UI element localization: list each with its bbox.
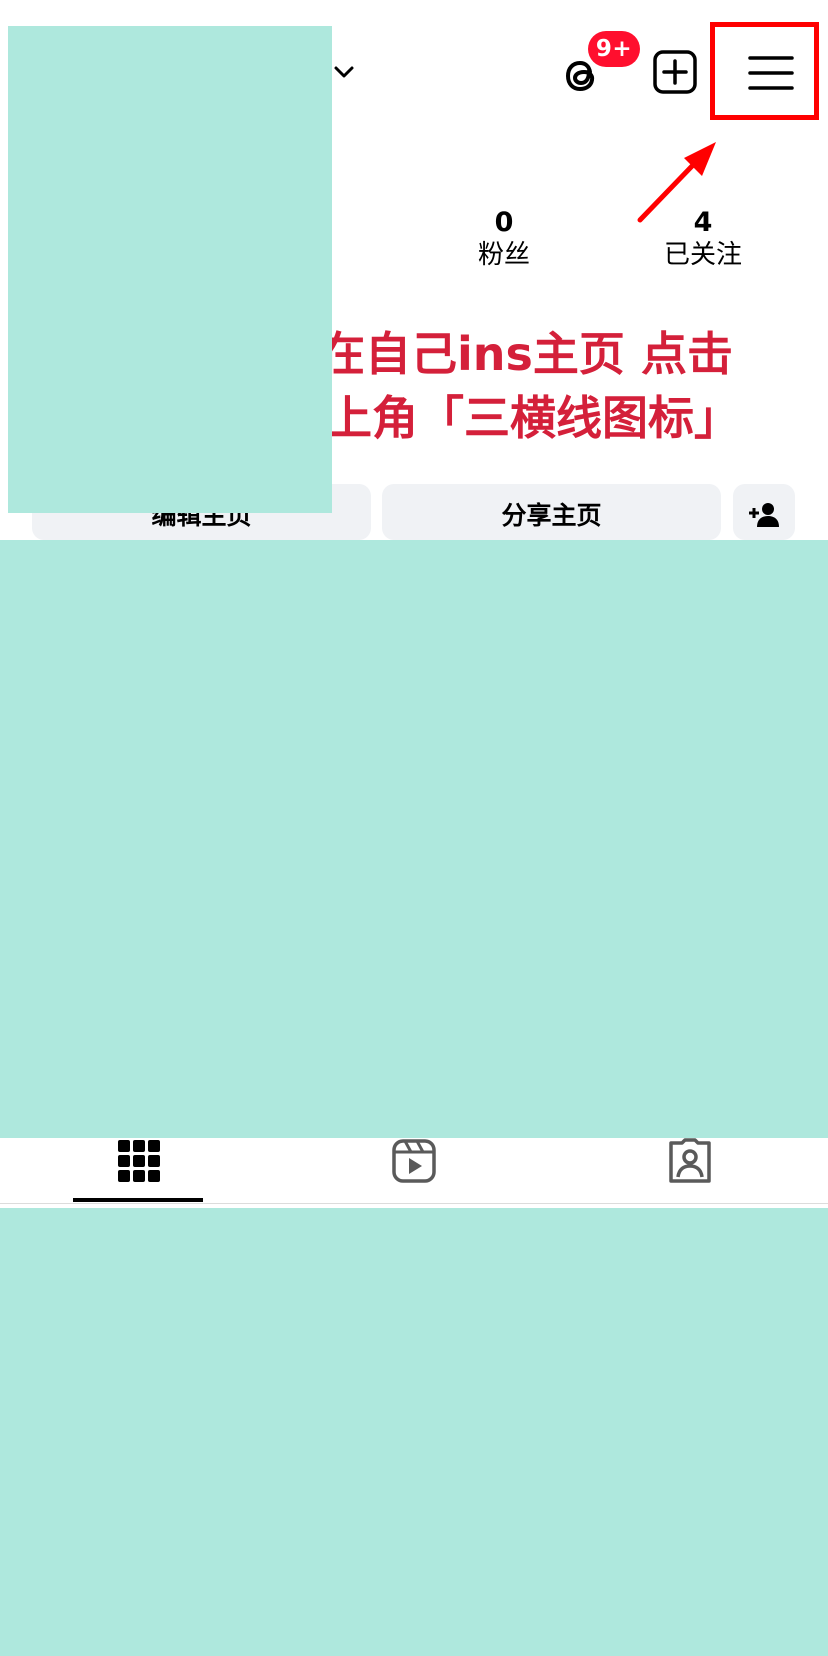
selected-tab-indicator xyxy=(73,1198,203,1202)
notification-badge: 9+ xyxy=(588,31,640,67)
following-count: 4 xyxy=(693,207,713,238)
add-person-icon xyxy=(749,503,779,527)
following-stat[interactable]: 4 已关注 xyxy=(633,206,773,270)
redacted-profile-area xyxy=(8,26,332,513)
tagged-person-icon[interactable] xyxy=(667,1138,713,1184)
redacted-posts-grid xyxy=(0,1208,828,1656)
share-profile-button[interactable]: 分享主页 xyxy=(382,484,721,540)
followers-label: 粉丝 xyxy=(477,240,530,270)
reels-icon[interactable] xyxy=(391,1138,437,1184)
followers-count: 0 xyxy=(494,207,514,238)
grid-icon[interactable] xyxy=(116,1138,162,1184)
add-person-button[interactable] xyxy=(733,484,795,540)
chevron-down-icon[interactable] xyxy=(330,58,358,86)
tab-divider xyxy=(0,1203,828,1204)
redacted-highlights-area xyxy=(0,540,828,1138)
followers-stat[interactable]: 0 粉丝 xyxy=(434,206,574,270)
plus-square-icon[interactable] xyxy=(652,48,698,96)
menu-highlight-box xyxy=(710,22,819,120)
following-label: 已关注 xyxy=(663,240,742,270)
